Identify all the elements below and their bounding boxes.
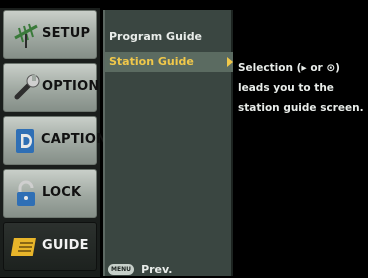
tab-label: LOCK	[42, 185, 82, 200]
help-text-panel: Selection (▸ or ⊙) leads you to the stat…	[238, 58, 366, 118]
caption-icon	[16, 129, 34, 153]
guide-menu-panel: Program Guide Station Guide MENU Prev.	[103, 10, 233, 276]
guide-book-icon	[11, 238, 36, 256]
tv-menu-screen: SETUP OPTION CAPTION LOCK GUIDE Program …	[0, 0, 368, 277]
tab-lock[interactable]: LOCK	[3, 169, 97, 218]
tab-option[interactable]: OPTION	[3, 63, 100, 112]
tab-guide[interactable]: GUIDE	[3, 222, 97, 271]
menu-key-icon: MENU	[108, 264, 134, 275]
menu-item-program-guide[interactable]: Program Guide	[105, 27, 233, 47]
tab-setup[interactable]: SETUP	[3, 10, 97, 59]
menu-item-station-guide[interactable]: Station Guide	[105, 52, 233, 72]
tab-label: GUIDE	[42, 238, 89, 253]
tab-caption[interactable]: CAPTION	[3, 116, 107, 165]
help-line: leads you to the	[238, 82, 334, 94]
tab-label: CAPTION	[41, 132, 108, 147]
help-line: Selection (▸ or ⊙)	[238, 62, 340, 74]
chevron-right-icon	[227, 57, 233, 67]
tab-label: OPTION	[42, 79, 100, 94]
menu-item-label: Station Guide	[109, 55, 194, 68]
prev-button[interactable]: MENU Prev.	[108, 259, 173, 276]
padlock-icon	[17, 180, 35, 206]
wrench-icon	[14, 74, 40, 100]
help-line: station guide screen.	[238, 102, 364, 114]
menu-item-label: Program Guide	[109, 30, 203, 43]
antenna-icon	[14, 23, 38, 48]
menu-tab-rail: SETUP OPTION CAPTION LOCK GUIDE	[0, 8, 107, 277]
tab-label: SETUP	[42, 26, 91, 41]
prev-label: Prev.	[141, 263, 173, 276]
